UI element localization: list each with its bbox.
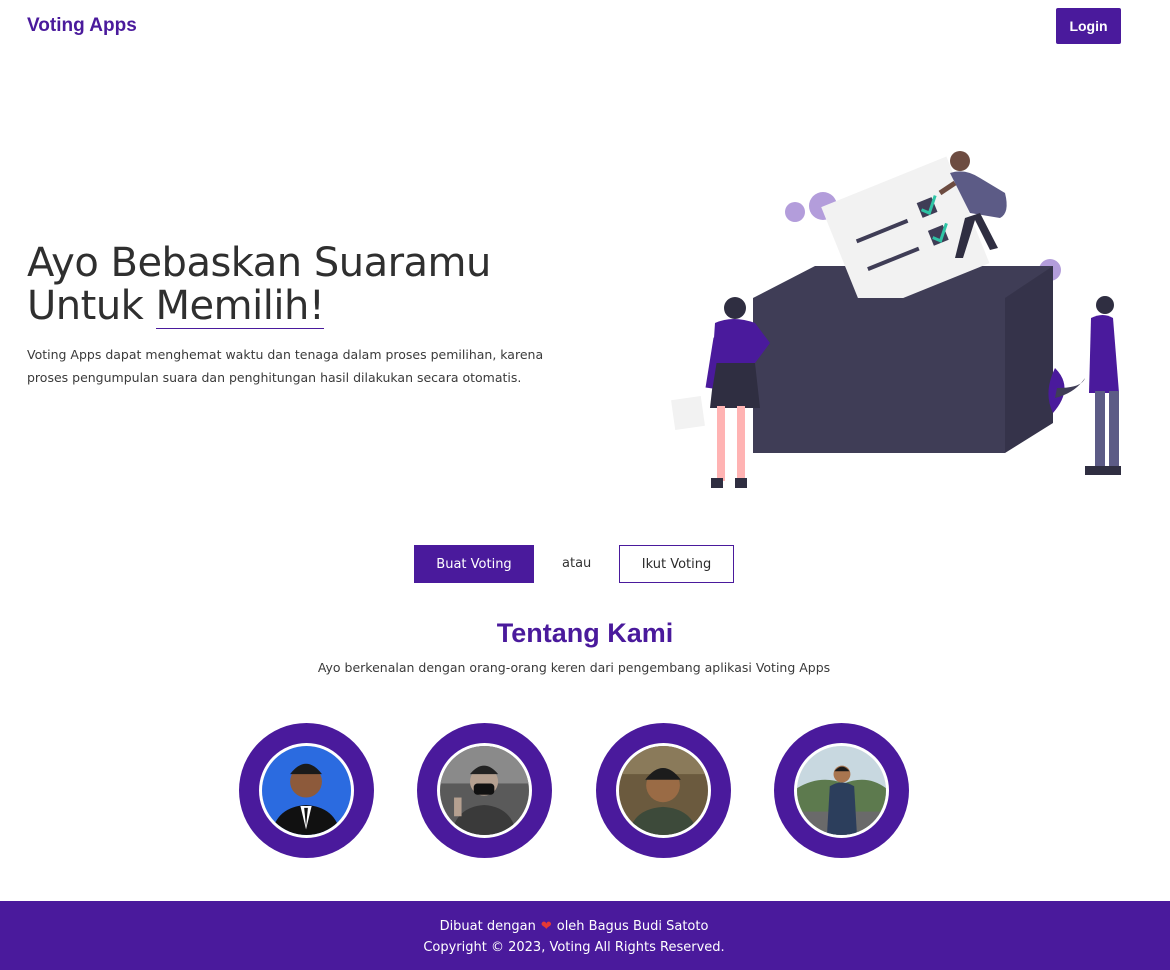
avatar: [437, 743, 532, 838]
footer-credit: Dibuat dengan ❤ oleh Bagus Budi Satoto: [0, 919, 1148, 934]
footer-author: oleh Bagus Budi Satoto: [556, 919, 709, 934]
login-button[interactable]: Login: [1056, 8, 1121, 44]
hero-description: Voting Apps dapat menghemat waktu dan te…: [27, 347, 544, 385]
about-subtitle: Ayo berkenalan dengan orang-orang keren …: [317, 660, 831, 675]
heart-icon: ❤: [540, 919, 552, 934]
or-label: atau: [562, 556, 592, 571]
team-member: [774, 723, 909, 858]
hero-title-line1: Ayo Bebaskan Suaramu: [27, 240, 491, 286]
footer-copyright: Copyright © 2023, Voting All Rights Rese…: [423, 940, 725, 955]
join-voting-button[interactable]: Ikut Voting: [619, 545, 734, 583]
team-member: [596, 723, 731, 858]
hero-title: Ayo Bebaskan Suaramu Untuk Memilih!: [27, 242, 491, 329]
team-member: [239, 723, 374, 858]
hero-title-prefix: Untuk: [27, 283, 156, 329]
create-voting-button[interactable]: Buat Voting: [414, 545, 534, 583]
footer: Dibuat dengan ❤ oleh Bagus Budi Satoto Cop…: [0, 901, 1170, 970]
brand-logo[interactable]: Voting Apps: [27, 15, 137, 37]
cta-row: Buat Voting atau Ikut Voting: [0, 545, 1170, 583]
ballot-box-illustration: [665, 148, 1135, 493]
team-member: [417, 723, 552, 858]
avatar: [794, 743, 889, 838]
navbar: Voting Apps Login: [0, 0, 1170, 54]
hero-title-highlight: Memilih!: [155, 283, 325, 329]
team-list: [0, 723, 1170, 858]
hero-title-line2: Untuk Memilih!: [27, 285, 491, 329]
about-title: Tentang Kami: [496, 618, 674, 648]
avatar: [616, 743, 711, 838]
footer-made-with: Dibuat dengan: [439, 919, 536, 934]
avatar: [259, 743, 354, 838]
